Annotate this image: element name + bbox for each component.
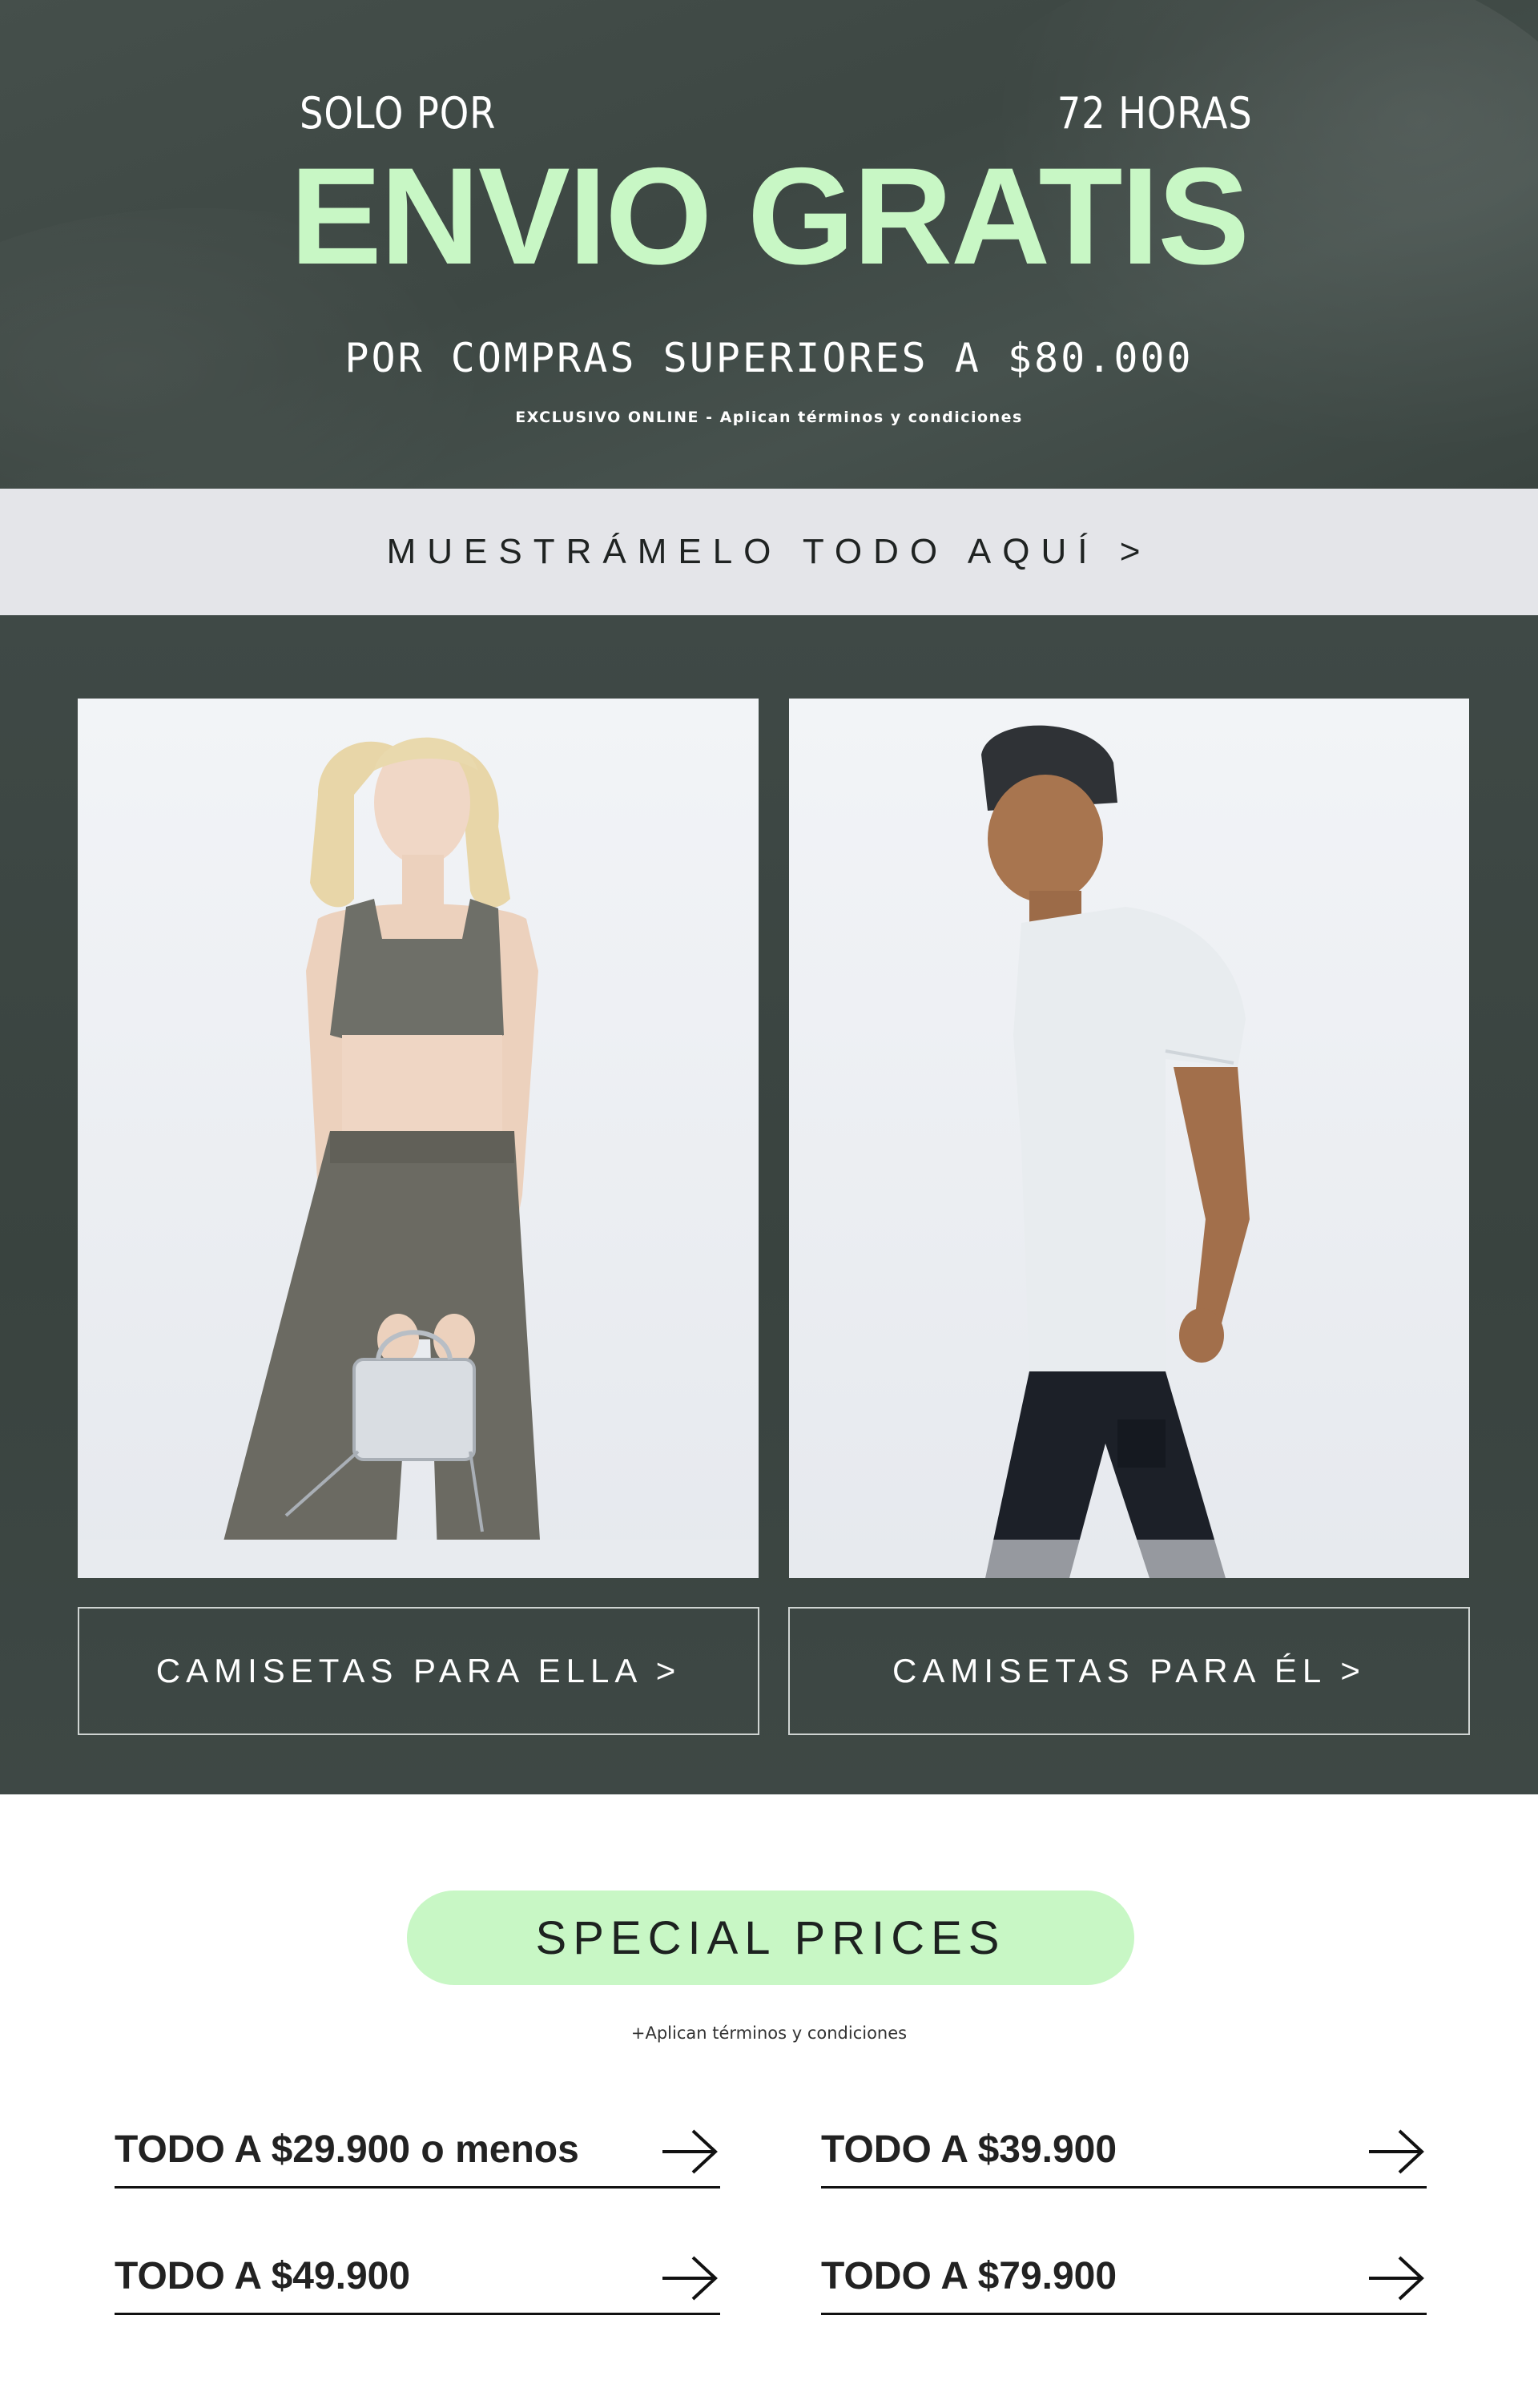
hero-subheadline: POR COMPRAS SUPERIORES A $80.000 [344, 335, 1194, 381]
price-link-29900[interactable]: TODO A $29.900 o menos [115, 2108, 720, 2189]
price-link-label: TODO A $29.900 o menos [115, 2128, 579, 2171]
show-all-link[interactable]: MUESTRÁMELO TODO AQUÍ > [0, 489, 1538, 615]
special-prices-badge: SPECIAL PRICES [407, 1891, 1134, 1985]
special-prices-title: SPECIAL PRICES [535, 1911, 1006, 1964]
products-section: CAMISETAS PARA ELLA > CAMISETAS PARA ÉL … [0, 615, 1538, 1794]
hero-banner: SOLO POR 72 HORAS ENVIO GRATIS POR COMPR… [0, 0, 1538, 489]
hero-headline: ENVIO GRATIS [290, 139, 1250, 293]
price-link-79900[interactable]: TODO A $79.900 [821, 2235, 1427, 2315]
hero-horas: 72 HORAS [1057, 88, 1253, 139]
price-link-label: TODO A $49.900 [115, 2255, 411, 2297]
woman-model-illustration [78, 737, 759, 1578]
arrow-right-icon [662, 2129, 718, 2174]
man-model-illustration [789, 725, 1469, 1578]
price-link-label: TODO A $79.900 [821, 2255, 1117, 2297]
price-link-label: TODO A $39.900 [821, 2128, 1117, 2171]
show-all-label: MUESTRÁMELO TODO AQUÍ > [386, 532, 1152, 571]
special-prices-terms: +Aplican términos y condiciones [630, 2023, 908, 2043]
men-product-photo[interactable] [789, 699, 1469, 1578]
hero-solo-por: SOLO POR [300, 88, 497, 139]
arrow-right-icon [662, 2256, 718, 2301]
women-tshirts-label: CAMISETAS PARA ELLA > [155, 1652, 682, 1689]
men-tshirts-label: CAMISETAS PARA ÉL > [892, 1652, 1366, 1689]
women-product-photo[interactable] [78, 699, 759, 1578]
women-tshirts-button[interactable]: CAMISETAS PARA ELLA > [78, 1607, 759, 1735]
arrow-right-icon [1369, 2129, 1424, 2174]
hero-disclaimer: EXCLUSIVO ONLINE - Aplican términos y co… [515, 409, 1023, 426]
price-link-39900[interactable]: TODO A $39.900 [821, 2108, 1427, 2189]
men-tshirts-button[interactable]: CAMISETAS PARA ÉL > [788, 1607, 1470, 1735]
arrow-right-icon [1369, 2256, 1424, 2301]
price-link-49900[interactable]: TODO A $49.900 [115, 2235, 720, 2315]
